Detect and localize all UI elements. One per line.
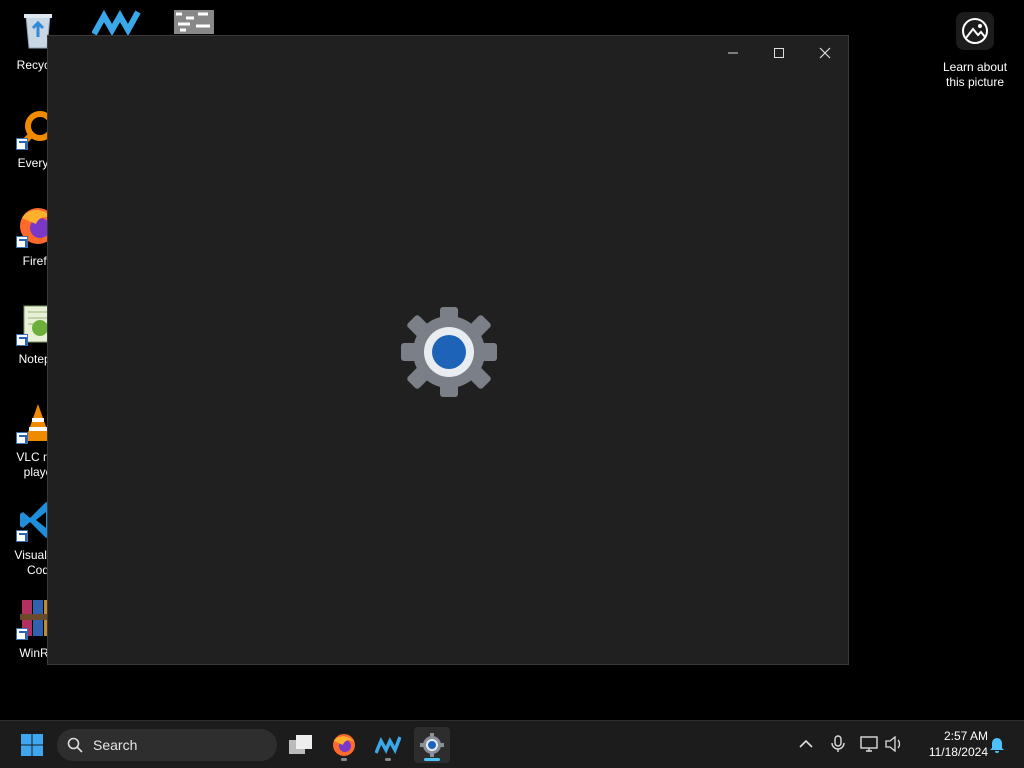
taskbar-search-box[interactable]: Search [57, 729, 277, 761]
firefox-icon [333, 734, 355, 756]
volume-button[interactable] [883, 733, 905, 755]
taskbar-settings[interactable] [414, 727, 450, 763]
taskbar-windsurf[interactable] [370, 727, 406, 763]
maximize-button[interactable] [756, 36, 802, 70]
active-indicator [424, 758, 440, 761]
search-icon [67, 737, 83, 753]
taskbar-firefox[interactable] [326, 727, 362, 763]
shortcut-arrow-icon [16, 432, 28, 444]
learn-about-picture[interactable]: Learn about this picture [938, 12, 1012, 90]
microphone-icon [831, 735, 845, 752]
learn-about-picture-label: Learn about this picture [942, 60, 1008, 89]
network-monitor-icon [860, 736, 878, 752]
settings-window [47, 35, 849, 665]
search-placeholder: Search [93, 737, 138, 753]
start-button[interactable] [14, 727, 50, 763]
minimize-icon [728, 52, 738, 54]
spotlight-camera-icon [956, 12, 994, 50]
chevron-up-icon [799, 739, 813, 748]
show-hidden-icons-button[interactable] [795, 733, 817, 755]
clock-date: 11/18/2024 [928, 745, 988, 759]
task-view-button[interactable] [283, 727, 319, 763]
bell-icon [990, 738, 1004, 753]
taskbar: Search 2:57 AM 11/18/2024 [0, 720, 1024, 768]
minimize-button[interactable] [710, 36, 756, 70]
shortcut-arrow-icon [16, 236, 28, 248]
windows-logo-icon [21, 734, 43, 756]
settings-gear-icon [420, 733, 444, 757]
settings-gear-icon [400, 305, 498, 399]
window-titlebar[interactable] [48, 36, 848, 70]
task-view-icon [289, 735, 312, 754]
running-indicator [385, 758, 391, 761]
shortcut-arrow-icon [16, 530, 28, 542]
shortcut-arrow-icon [16, 628, 28, 640]
microphone-button[interactable] [827, 733, 849, 755]
taskbar-clock[interactable]: 2:57 AM 11/18/2024 [912, 728, 988, 760]
clock-time: 2:57 AM [943, 729, 988, 743]
network-button[interactable] [859, 733, 881, 755]
windsurf-icon [91, 9, 141, 37]
close-icon [819, 47, 831, 59]
desktop-icon-top-app-1[interactable] [91, 8, 142, 37]
speaker-icon [885, 736, 901, 752]
shortcut-arrow-icon [16, 138, 28, 150]
shortcut-arrow-icon [16, 334, 28, 346]
desktop-icon-top-app-2[interactable] [172, 8, 216, 36]
notifications-button[interactable] [986, 733, 1008, 755]
running-indicator [341, 758, 347, 761]
windsurf-icon [375, 736, 401, 755]
maximize-icon [774, 48, 784, 58]
noise-image-icon [174, 10, 214, 34]
close-button[interactable] [802, 36, 848, 70]
